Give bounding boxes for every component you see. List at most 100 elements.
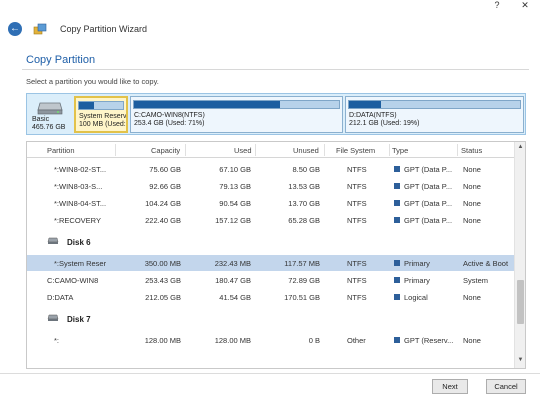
cell-used: 232.43 MB	[214, 259, 251, 268]
cell-status: Active & Boot	[463, 259, 509, 268]
table-row[interactable]: *:WIN8-02-ST... 75.60 GB 67.10 GB 8.50 G…	[27, 161, 515, 177]
partition-name: C:CAMO-WIN8(NTFS)	[134, 112, 205, 119]
column-header-status[interactable]: Status	[461, 146, 482, 155]
close-button[interactable]: ✕	[518, 0, 532, 10]
cell-capacity: 253.43 GB	[145, 276, 181, 285]
cell-used: 180.47 GB	[215, 276, 251, 285]
cell-file-system: NTFS	[347, 165, 367, 174]
cell-file-system: NTFS	[347, 259, 367, 268]
cell-status: None	[463, 199, 481, 208]
column-header-file-system[interactable]: File System	[336, 146, 375, 155]
cell-partition: *:WIN8-04-ST...	[54, 199, 107, 208]
partition-type-color-swatch	[394, 200, 400, 206]
scroll-up-arrow-icon[interactable]: ▲	[515, 144, 525, 153]
cell-type: GPT (Data P...	[404, 216, 453, 225]
cell-status: System	[463, 276, 489, 285]
table-row[interactable]: *:System Reser 350.00 MB 232.43 MB 117.5…	[27, 255, 515, 271]
instruction-text: Select a partition you would like to cop…	[26, 77, 159, 86]
partition-block-d-data[interactable]: D:DATA(NTFS) 212.1 GB (Used: 19%)	[345, 96, 524, 133]
cell-partition: *:System Reser	[54, 259, 107, 268]
vertical-scrollbar[interactable]: ▲ ▼	[514, 142, 525, 368]
back-button[interactable]: ←	[8, 22, 22, 36]
cell-unused: 13.53 GB	[288, 182, 320, 191]
cell-type: Logical	[404, 293, 428, 302]
cell-partition: *:WIN8-03-S...	[54, 182, 103, 191]
app-icon	[33, 23, 47, 35]
cell-used: 128.00 MB	[214, 336, 251, 345]
cell-unused: 72.89 GB	[288, 276, 320, 285]
cell-capacity: 92.66 GB	[149, 182, 181, 191]
column-header-unused[interactable]: Unused	[293, 146, 319, 155]
disk-group-header[interactable]: Disk 7	[27, 311, 515, 327]
table-row[interactable]: *: 128.00 MB 128.00 MB 0 B Other GPT (Re…	[27, 332, 515, 348]
divider	[22, 69, 529, 70]
cell-capacity: 350.00 MB	[144, 259, 181, 268]
column-header-partition[interactable]: Partition	[47, 146, 75, 155]
cell-partition: *:RECOVERY	[54, 216, 101, 225]
partition-type-color-swatch	[394, 260, 400, 266]
partition-detail: 212.1 GB (Used: 19%)	[349, 120, 420, 127]
disk-summary: Basic 465.76 GB	[28, 95, 72, 133]
column-header-type[interactable]: Type	[392, 146, 408, 155]
cell-unused: 65.28 GB	[288, 216, 320, 225]
scroll-down-arrow-icon[interactable]: ▼	[515, 357, 525, 366]
cell-used: 79.13 GB	[219, 182, 251, 191]
table-row[interactable]: C:CAMO-WIN8 253.43 GB 180.47 GB 72.89 GB…	[27, 272, 515, 288]
help-button[interactable]: ?	[492, 0, 502, 10]
partition-name: System Reserv	[79, 113, 127, 120]
cell-capacity: 128.00 MB	[144, 336, 181, 345]
disk-group-label: Disk 6	[67, 238, 91, 247]
partition-type-color-swatch	[394, 337, 400, 343]
column-header-capacity[interactable]: Capacity	[151, 146, 180, 155]
table-row[interactable]: *:WIN8-03-S... 92.66 GB 79.13 GB 13.53 G…	[27, 178, 515, 194]
partition-name: D:DATA(NTFS)	[349, 112, 397, 119]
scroll-thumb[interactable]	[517, 280, 524, 324]
partition-block-c-camo-win8[interactable]: C:CAMO-WIN8(NTFS) 253.4 GB (Used: 71%)	[130, 96, 343, 133]
cell-type: GPT (Data P...	[404, 182, 453, 191]
table-row[interactable]: *:WIN8-04-ST... 104.24 GB 90.54 GB 13.70…	[27, 195, 515, 211]
cell-partition: *:	[54, 336, 60, 345]
cell-used: 157.12 GB	[215, 216, 251, 225]
cell-unused: 170.51 GB	[284, 293, 320, 302]
cell-file-system: NTFS	[347, 199, 367, 208]
cell-partition: D:DATA	[47, 293, 74, 302]
hard-disk-icon	[47, 237, 59, 244]
disk-map: Basic 465.76 GB System Reserv 100 MB (Us…	[26, 93, 526, 135]
title-bar: ? ✕	[0, 0, 540, 22]
partition-detail: 100 MB (Used:	[79, 121, 126, 128]
cell-capacity: 212.05 GB	[145, 293, 181, 302]
partition-type-color-swatch	[394, 277, 400, 283]
usage-bar-fill	[79, 102, 94, 109]
next-button[interactable]: Next	[432, 379, 468, 394]
cell-used: 90.54 GB	[219, 199, 251, 208]
cell-capacity: 75.60 GB	[149, 165, 181, 174]
cell-file-system: NTFS	[347, 276, 367, 285]
table-row[interactable]: *:RECOVERY 222.40 GB 157.12 GB 65.28 GB …	[27, 212, 515, 228]
back-arrow-icon: ←	[10, 23, 20, 34]
cell-used: 41.54 GB	[219, 293, 251, 302]
usage-bar-fill	[134, 101, 280, 108]
partition-table: Partition Capacity Used Unused File Syst…	[26, 141, 526, 369]
copy-partition-wizard-window: ? ✕ ← Copy Partition Wizard Copy Partiti…	[0, 0, 540, 409]
cell-capacity: 222.40 GB	[145, 216, 181, 225]
partition-type-color-swatch	[394, 183, 400, 189]
partition-block-system-reserved[interactable]: System Reserv 100 MB (Used:	[74, 96, 128, 133]
column-header-used[interactable]: Used	[234, 146, 252, 155]
partition-type-color-swatch	[394, 217, 400, 223]
cell-status: None	[463, 182, 481, 191]
cell-type: Primary	[404, 276, 430, 285]
cell-used: 67.10 GB	[219, 165, 251, 174]
table-header: Partition Capacity Used Unused File Syst…	[27, 142, 515, 158]
cell-type: Primary	[404, 259, 430, 268]
partition-type-color-swatch	[394, 294, 400, 300]
hard-disk-icon	[47, 314, 59, 321]
disk-group-header[interactable]: Disk 6	[27, 234, 515, 250]
cell-file-system: Other	[347, 336, 366, 345]
cancel-button[interactable]: Cancel	[486, 379, 526, 394]
cell-file-system: NTFS	[347, 182, 367, 191]
partition-detail: 253.4 GB (Used: 71%)	[134, 120, 205, 127]
table-row[interactable]: D:DATA 212.05 GB 41.54 GB 170.51 GB NTFS…	[27, 289, 515, 305]
cell-partition: C:CAMO-WIN8	[47, 276, 99, 285]
cell-type: GPT (Data P...	[404, 199, 453, 208]
disk-group-label: Disk 7	[67, 315, 91, 324]
